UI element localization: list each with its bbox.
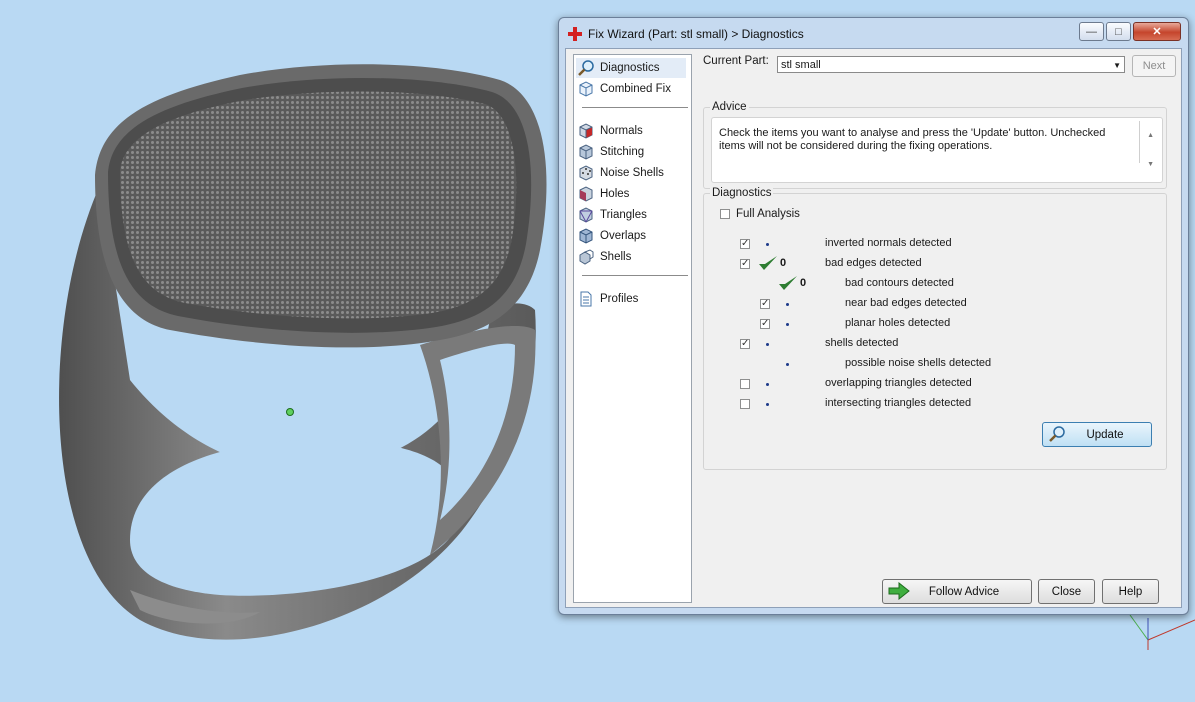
minimize-button[interactable]: — xyxy=(1079,22,1104,41)
axis-indicator xyxy=(1129,614,1195,650)
cubes-icon xyxy=(576,247,596,267)
diagnostics-group-title: Diagnostics xyxy=(710,187,774,199)
shells-label: shells detected xyxy=(825,337,899,349)
full-analysis-label: Full Analysis xyxy=(736,208,800,220)
red-cube-icon xyxy=(576,121,596,141)
nav-item-combined-fix[interactable]: Combined Fix xyxy=(576,79,671,99)
maximize-button[interactable]: □ xyxy=(1106,22,1131,41)
near-bad-edges-label: near bad edges detected xyxy=(845,297,967,309)
follow-advice-button[interactable]: Follow Advice xyxy=(882,579,1032,604)
inverted-normals-checkbox[interactable]: ✓ xyxy=(740,239,750,249)
magnifier-icon xyxy=(1049,426,1065,442)
nav-item-label: Diagnostics xyxy=(600,62,660,74)
nav-item-profiles[interactable]: Profiles xyxy=(576,289,638,309)
advice-text: Check the items you want to analyse and … xyxy=(719,127,1106,152)
intersecting-triangles-checkbox[interactable] xyxy=(740,399,750,409)
nav-item-stitching[interactable]: Stitching xyxy=(576,142,644,162)
title-bar[interactable]: Fix Wizard (Part: stl small) > Diagnosti… xyxy=(559,18,1188,50)
bad-contours-count: 0 xyxy=(800,277,807,289)
planar-holes-checkbox[interactable]: ✓ xyxy=(760,319,770,329)
overlapping-triangles-label: overlapping triangles detected xyxy=(825,377,972,389)
advice-group-title: Advice xyxy=(710,101,749,113)
document-icon xyxy=(576,289,596,309)
shells-checkbox[interactable]: ✓ xyxy=(740,339,750,349)
help-button[interactable]: Help xyxy=(1102,579,1159,604)
status-pending-icon xyxy=(786,363,789,366)
nav-item-label: Noise Shells xyxy=(600,167,664,179)
status-pending-icon xyxy=(766,243,769,246)
dotted-cube-icon xyxy=(576,163,596,183)
overlapping-triangles-checkbox[interactable] xyxy=(740,379,750,389)
full-analysis-checkbox[interactable] xyxy=(720,209,730,219)
nav-item-label: Normals xyxy=(600,125,643,137)
bad-edges-checkbox[interactable]: ✓ xyxy=(740,259,750,269)
near-bad-edges-checkbox[interactable]: ✓ xyxy=(760,299,770,309)
scroll-down-icon[interactable]: ▼ xyxy=(1147,161,1154,168)
nav-divider xyxy=(582,107,688,108)
nav-item-label: Profiles xyxy=(600,293,639,305)
noise-shells-label: possible noise shells detected xyxy=(845,357,992,369)
nav-item-label: Stitching xyxy=(600,146,645,158)
wizard-nav: Diagnostics Combined Fix Normals Stitchi xyxy=(573,54,692,603)
inverted-normals-label: inverted normals detected xyxy=(825,237,952,249)
close-window-button[interactable]: ✕ xyxy=(1133,22,1181,41)
current-part-select[interactable]: stl small ▼ xyxy=(777,56,1125,73)
intersecting-triangles-label: intersecting triangles detected xyxy=(825,397,972,409)
dialog-body: Diagnostics Combined Fix Normals Stitchi xyxy=(565,48,1182,608)
nav-item-shells[interactable]: Shells xyxy=(576,247,631,267)
current-part-value: stl small xyxy=(781,59,821,71)
nav-item-label: Holes xyxy=(600,188,630,200)
status-pending-icon xyxy=(766,403,769,406)
nav-item-overlaps[interactable]: Overlaps xyxy=(576,226,646,246)
dropdown-arrow-icon: ▼ xyxy=(1113,61,1121,70)
update-button-label: Update xyxy=(1086,428,1124,441)
bad-edges-count: 0 xyxy=(780,257,787,269)
nav-item-diagnostics[interactable]: Diagnostics xyxy=(576,58,686,78)
cube-outline-icon xyxy=(576,79,596,99)
status-pending-icon xyxy=(786,303,789,306)
cube-icon xyxy=(576,142,596,162)
fix-wizard-window: Fix Wizard (Part: stl small) > Diagnosti… xyxy=(558,17,1189,615)
current-part-label: Current Part: xyxy=(703,55,769,67)
planar-holes-label: planar holes detected xyxy=(845,317,951,329)
red-cross-icon xyxy=(568,27,582,41)
scrollbar-track[interactable] xyxy=(1139,121,1140,163)
blue-cube-icon xyxy=(576,226,596,246)
status-pending-icon xyxy=(766,343,769,346)
nav-item-triangles[interactable]: Triangles xyxy=(576,205,647,225)
status-pending-icon xyxy=(766,383,769,386)
bad-edges-label: bad edges detected xyxy=(825,257,922,269)
nav-item-holes[interactable]: Holes xyxy=(576,184,629,204)
update-button[interactable]: Update xyxy=(1042,422,1152,447)
nav-item-label: Triangles xyxy=(600,209,647,221)
nav-divider xyxy=(582,275,688,276)
cube-hole-icon xyxy=(576,184,596,204)
status-pending-icon xyxy=(786,323,789,326)
check-ok-icon xyxy=(779,276,797,290)
follow-advice-label: Follow Advice xyxy=(928,585,1000,598)
magnifier-icon xyxy=(576,58,596,78)
bad-contours-label: bad contours detected xyxy=(845,277,954,289)
triangle-cube-icon xyxy=(576,205,596,225)
check-ok-icon xyxy=(759,256,777,270)
scroll-up-icon[interactable]: ▲ xyxy=(1147,132,1154,139)
nav-item-label: Overlaps xyxy=(600,230,647,242)
nav-item-normals[interactable]: Normals xyxy=(576,121,643,141)
close-icon: ✕ xyxy=(1152,26,1162,38)
green-arrow-icon xyxy=(888,582,910,600)
close-button[interactable]: Close xyxy=(1038,579,1095,604)
nav-item-label: Shells xyxy=(600,251,632,263)
maximize-icon: □ xyxy=(1115,25,1122,38)
next-button[interactable]: Next xyxy=(1132,55,1176,77)
nav-item-label: Combined Fix xyxy=(600,83,671,95)
minimize-icon: — xyxy=(1086,25,1097,38)
nav-item-noise-shells[interactable]: Noise Shells xyxy=(576,163,664,183)
ring-model[interactable] xyxy=(59,64,547,640)
advice-textbox[interactable]: Check the items you want to analyse and … xyxy=(711,117,1163,183)
window-title: Fix Wizard (Part: stl small) > Diagnosti… xyxy=(588,27,804,41)
